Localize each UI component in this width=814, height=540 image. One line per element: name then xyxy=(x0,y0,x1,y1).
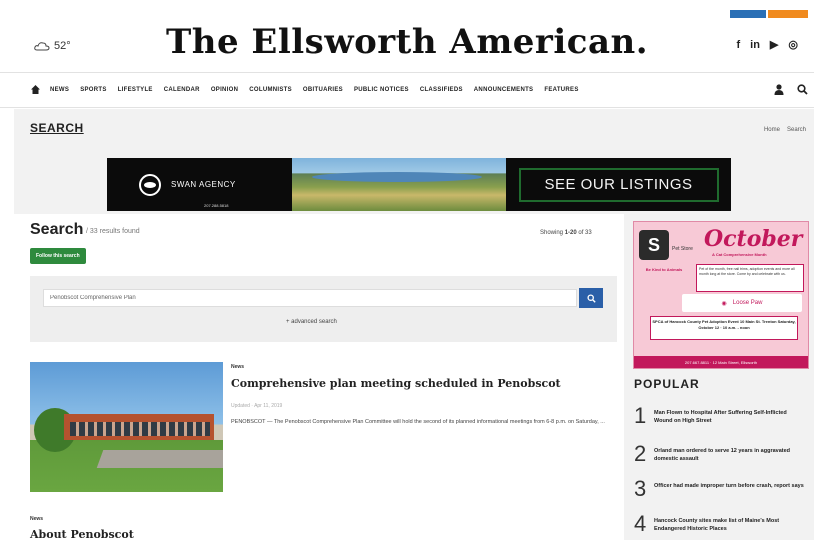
ad-photo-water xyxy=(312,172,482,182)
nav-item-classifieds[interactable]: CLASSIFIEDS xyxy=(420,87,463,93)
popular-title[interactable]: Hancock County sites make list of Maine'… xyxy=(654,513,804,533)
article-meta: Updated · Apr 11, 2019 xyxy=(231,403,283,409)
banner-ad[interactable]: SWAN AGENCY 207.288.5818 SEE OUR LISTING… xyxy=(107,158,731,211)
popular-item[interactable]: 4 Hancock County sites make list of Main… xyxy=(634,513,810,540)
page-title: SEARCH xyxy=(30,121,84,135)
follow-search-button[interactable]: Follow this search xyxy=(30,248,86,264)
side-ad-event: SPCA of Hancock County Pet Adoption Even… xyxy=(650,316,798,340)
article-title[interactable]: Comprehensive plan meeting scheduled in … xyxy=(231,377,561,390)
search-heading: Search xyxy=(30,221,84,238)
breadcrumb-home[interactable]: Home xyxy=(764,127,780,133)
side-ad-list: Pet of the month, free nail trims, adopt… xyxy=(696,264,804,292)
breadcrumb-search: Search xyxy=(786,127,806,133)
ad-phone: 207.288.5818 xyxy=(204,203,229,208)
search-icon xyxy=(586,293,596,303)
popular-rank: 1 xyxy=(634,403,647,428)
breadcrumb: Home Search xyxy=(764,127,806,133)
utility-strip xyxy=(0,0,814,18)
linkedin-icon[interactable]: in xyxy=(750,39,760,51)
side-ad[interactable]: S Pet Store October A Cat Comprehensive … xyxy=(633,221,809,369)
showing-range-value: 1-20 xyxy=(564,230,577,236)
search-panel xyxy=(30,276,617,342)
facebook-icon[interactable]: f xyxy=(736,39,740,51)
ad-cta-block: SEE OUR LISTINGS xyxy=(506,158,731,211)
side-ad-tagline: A Cat Comprehensive Month xyxy=(712,252,767,257)
article-excerpt: PENOBSCOT — The Penobscot Comprehensive … xyxy=(231,419,605,425)
user-icon[interactable] xyxy=(774,84,784,95)
paw-icon: ◉ xyxy=(721,300,727,307)
showing-suffix: of 33 xyxy=(578,230,592,236)
article-thumbnail[interactable] xyxy=(30,362,223,492)
thumb-road xyxy=(96,450,223,468)
ad-cta-button[interactable]: SEE OUR LISTINGS xyxy=(518,167,719,202)
side-ad-month: October xyxy=(704,226,803,252)
side-ad-sponsor: ◉ Loose Paw xyxy=(682,294,802,312)
main-nav: NEWS SPORTS LIFESTYLE CALENDAR OPINION C… xyxy=(0,72,814,108)
nav-items: NEWS SPORTS LIFESTYLE CALENDAR OPINION C… xyxy=(50,73,579,107)
popular-rank: 2 xyxy=(634,441,647,466)
showing-range: Showing 1-20 of 33 xyxy=(540,230,592,236)
home-icon[interactable] xyxy=(30,84,41,95)
popular-title[interactable]: Man Flown to Hospital After Suffering Se… xyxy=(654,405,804,425)
nav-item-obituaries[interactable]: OBITUARIES xyxy=(303,87,343,93)
ad-photo xyxy=(292,158,506,211)
nav-item-announcements[interactable]: ANNOUNCEMENTS xyxy=(474,87,534,93)
side-ad-sponsor-name: Loose Paw xyxy=(732,300,763,306)
nav-item-lifestyle[interactable]: LIFESTYLE xyxy=(118,87,153,93)
advanced-search-link[interactable]: + advanced search xyxy=(286,319,337,325)
nav-item-news[interactable]: NEWS xyxy=(50,87,69,93)
search-submit-button[interactable] xyxy=(579,288,603,308)
nav-item-opinion[interactable]: OPINION xyxy=(211,87,238,93)
popular-heading: POPULAR xyxy=(634,377,700,391)
side-ad-logo-sub: Pet Store xyxy=(672,246,693,252)
side-ad-logo: S xyxy=(639,230,669,260)
ad-agency-name: SWAN AGENCY xyxy=(171,180,236,189)
article-category[interactable]: News xyxy=(231,364,244,370)
nav-item-columnists[interactable]: COLUMNISTS xyxy=(249,87,292,93)
popular-rank: 3 xyxy=(634,476,647,501)
popular-title[interactable]: Orland man ordered to serve 12 years in … xyxy=(654,443,804,463)
popular-item[interactable]: 3 Officer had made improper turn before … xyxy=(634,478,810,508)
follow-search-label: Follow this search xyxy=(36,253,80,259)
popular-item[interactable]: 1 Man Flown to Hospital After Suffering … xyxy=(634,405,810,435)
showing-prefix: Showing xyxy=(540,230,564,236)
popular-item[interactable]: 2 Orland man ordered to serve 12 years i… xyxy=(634,443,810,473)
search-icon[interactable] xyxy=(797,84,808,95)
thumb-windows xyxy=(70,422,210,436)
article-title[interactable]: About Penobscot xyxy=(30,528,134,540)
nav-item-calendar[interactable]: CALENDAR xyxy=(164,87,200,93)
site-logo[interactable]: The Ellsworth American. xyxy=(0,22,814,62)
youtube-icon[interactable]: ▶ xyxy=(770,38,778,51)
instagram-icon[interactable]: ◎ xyxy=(788,38,798,51)
results-count: / 33 results found xyxy=(86,228,140,235)
nav-item-public-notices[interactable]: PUBLIC NOTICES xyxy=(354,87,409,93)
article-category[interactable]: News xyxy=(30,516,43,522)
popular-rank: 4 xyxy=(634,511,647,536)
side-ad-left-text: Be Kind to Animals xyxy=(645,267,683,272)
masthead: 52° The Ellsworth American. f in ▶ ◎ xyxy=(0,14,814,72)
social-links: f in ▶ ◎ xyxy=(736,38,798,52)
popular-title[interactable]: Officer had made improper turn before cr… xyxy=(654,478,804,490)
nav-item-features[interactable]: FEATURES xyxy=(544,87,578,93)
side-ad-footer: 207.667.8811 · 12 Main Street, Ellsworth xyxy=(634,356,808,368)
nav-item-sports[interactable]: SPORTS xyxy=(80,87,106,93)
search-input[interactable] xyxy=(43,289,577,307)
ad-agency-block: SWAN AGENCY 207.288.5818 xyxy=(107,158,292,211)
swan-logo-icon xyxy=(139,173,161,196)
